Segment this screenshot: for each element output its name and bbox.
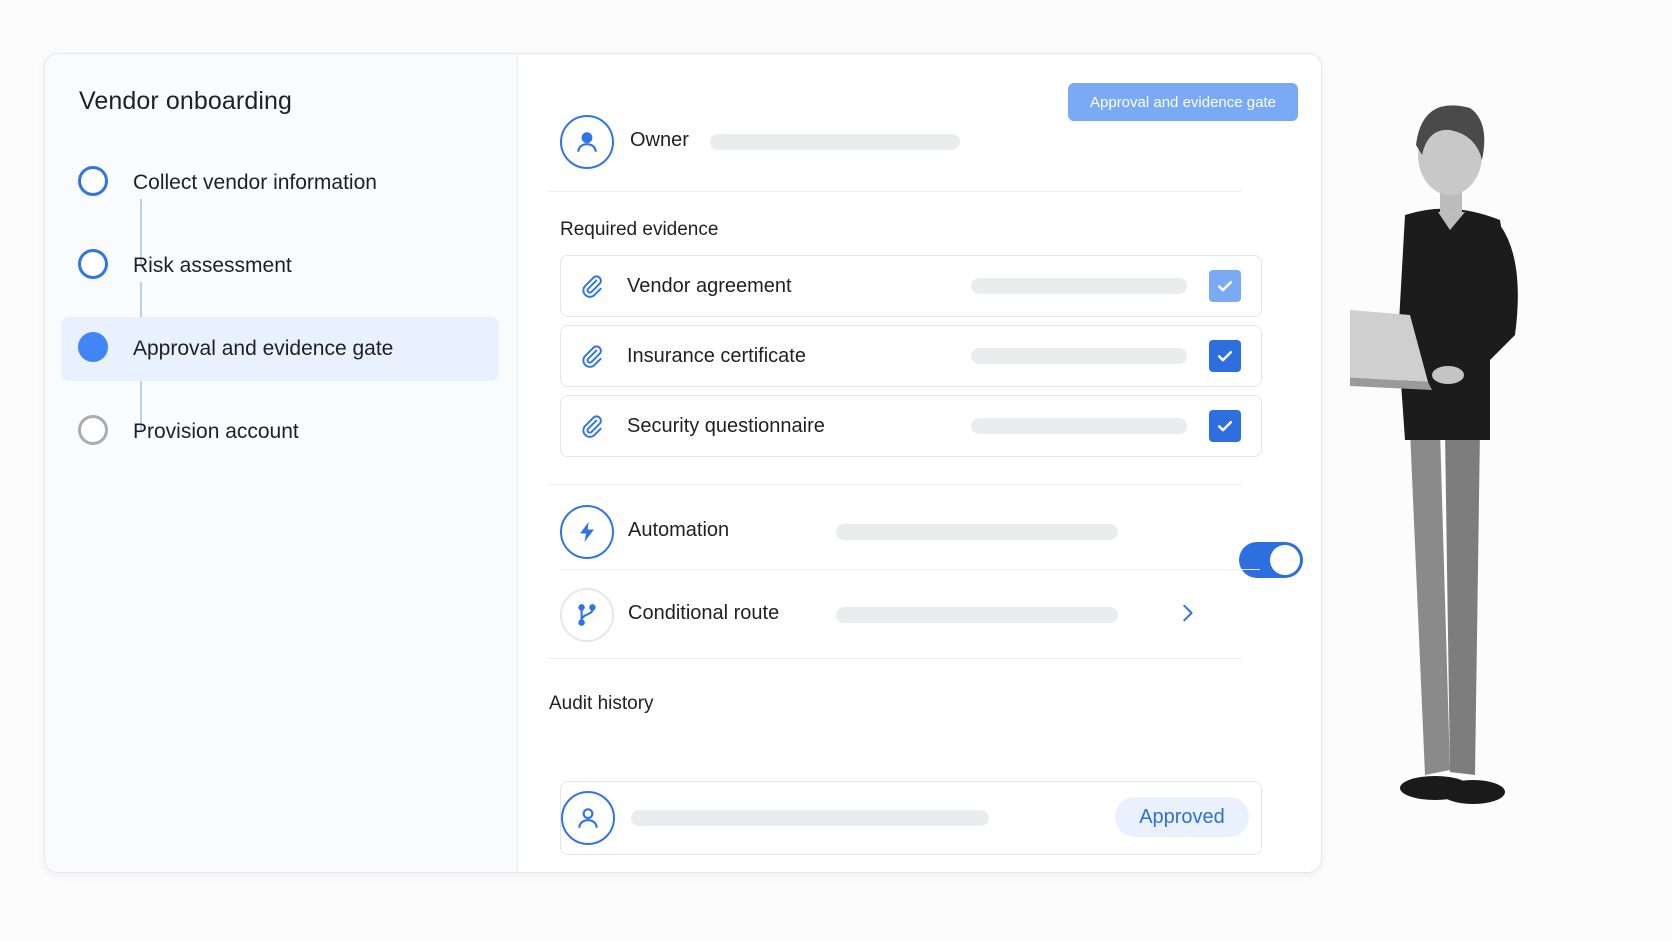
user-icon <box>560 115 614 169</box>
check-icon <box>1217 351 1233 362</box>
evidence-checkbox[interactable] <box>1209 410 1241 442</box>
owner-label: Owner <box>630 129 689 151</box>
audit-history-title: Audit history <box>549 693 654 714</box>
status-badge: Approved <box>1115 797 1249 837</box>
evidence-row-insurance-certificate[interactable]: Insurance certificate <box>560 325 1262 387</box>
lightning-icon <box>560 505 614 559</box>
gate-badge-button[interactable]: Approval and evidence gate <box>1068 83 1298 121</box>
step-approval-and-evidence-gate[interactable]: Approval and evidence gate <box>61 317 499 381</box>
evidence-value-placeholder <box>971 418 1187 434</box>
divider <box>548 658 1242 659</box>
step-status-icon <box>78 332 108 362</box>
evidence-value-placeholder <box>971 348 1187 364</box>
check-icon <box>1217 421 1233 432</box>
paperclip-icon <box>579 342 605 375</box>
audit-history-row[interactable]: Approved <box>560 781 1262 855</box>
evidence-value-placeholder <box>971 278 1187 294</box>
automation-label: Automation <box>628 519 730 541</box>
user-icon <box>561 791 615 845</box>
page-title: Vendor onboarding <box>79 87 292 115</box>
evidence-label: Security questionnaire <box>627 415 825 437</box>
paperclip-icon <box>579 412 605 445</box>
audit-entry-placeholder <box>631 810 989 826</box>
workflow-card: Vendor onboarding Collect vendor informa… <box>44 53 1322 873</box>
step-label: Risk assessment <box>133 254 292 277</box>
automation-toggle[interactable] <box>1239 542 1303 578</box>
evidence-checkbox[interactable] <box>1209 270 1241 302</box>
step-label: Provision account <box>133 420 299 443</box>
paperclip-icon <box>579 272 605 305</box>
automation-value-placeholder <box>836 524 1118 540</box>
conditional-route-label: Conditional route <box>628 602 780 624</box>
evidence-row-vendor-agreement[interactable]: Vendor agreement <box>560 255 1262 317</box>
required-evidence-title: Required evidence <box>560 219 719 240</box>
step-label: Approval and evidence gate <box>133 337 394 360</box>
evidence-label: Insurance certificate <box>627 345 806 367</box>
step-status-icon <box>78 166 108 196</box>
divider <box>548 191 1242 192</box>
steps-panel: Vendor onboarding Collect vendor informa… <box>45 54 518 872</box>
step-status-icon <box>78 249 108 279</box>
divider <box>548 484 1242 485</box>
toggle-knob <box>1270 545 1300 575</box>
step-collect-vendor-information[interactable]: Collect vendor information <box>61 151 499 215</box>
check-icon <box>1217 281 1233 292</box>
step-provision-account[interactable]: Provision account <box>61 400 499 464</box>
evidence-row-security-questionnaire[interactable]: Security questionnaire <box>560 395 1262 457</box>
step-detail-panel: Approval and evidence gate Owner Require… <box>518 54 1321 872</box>
divider <box>560 569 1260 570</box>
owner-value-placeholder[interactable] <box>710 134 960 150</box>
chevron-right-icon[interactable] <box>1176 601 1198 630</box>
step-status-icon <box>78 415 108 445</box>
conditional-route-value-placeholder <box>836 607 1118 623</box>
step-label: Collect vendor information <box>133 171 377 194</box>
step-risk-assessment[interactable]: Risk assessment <box>61 234 499 298</box>
branch-icon <box>560 588 614 642</box>
evidence-label: Vendor agreement <box>627 275 792 297</box>
evidence-checkbox[interactable] <box>1209 340 1241 372</box>
person-illustration <box>1350 105 1518 804</box>
